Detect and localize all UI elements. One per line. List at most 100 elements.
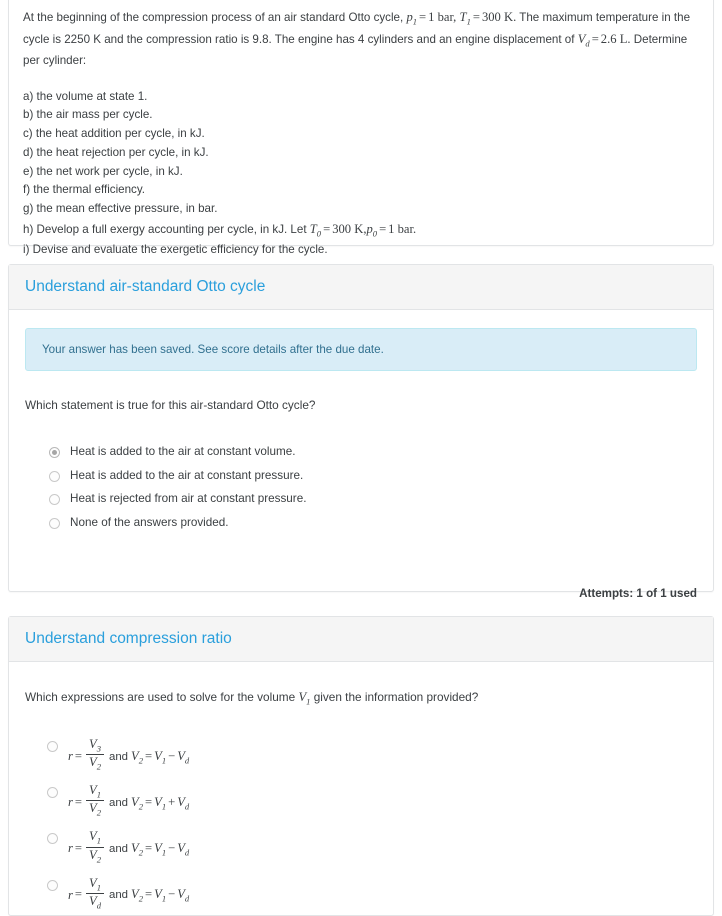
otto-options-group: Heat is added to the air at constant vol… <box>9 445 713 531</box>
radio-button-icon[interactable] <box>49 518 60 530</box>
operator: − <box>168 748 176 763</box>
list-item-h: h) Develop a full exergy accounting per … <box>23 219 699 241</box>
list-item-i: i) Devise and evaluate the exergetic eff… <box>23 243 328 257</box>
and-word: and <box>109 750 129 763</box>
ratio-question-suffix: given the information provided? <box>310 689 479 704</box>
fraction-r: V1 V2 <box>86 783 104 818</box>
ratio-section-body: Which expressions are used to solve for … <box>9 662 713 912</box>
ratio-section-header: Understand compression ratio <box>9 617 713 662</box>
option-row-heat-rejected-constant-pressure[interactable]: Heat is rejected from air at constant pr… <box>49 492 713 507</box>
answer-saved-alert: Your answer has been saved. See score de… <box>25 327 697 371</box>
operator: − <box>168 887 176 902</box>
option-row-formula-2[interactable]: r = V1 V2 and V2 = V1 + Vd <box>47 783 713 819</box>
list-item: d) the heat rejection per cycle, in kJ. <box>23 145 209 159</box>
problem-text-part1: At the beginning of the compression proc… <box>23 11 407 24</box>
option-row-heat-added-constant-volume[interactable]: Heat is added to the air at constant vol… <box>49 445 713 460</box>
answer-saved-alert-text: Your answer has been saved. See score de… <box>42 342 384 356</box>
fraction-r: V1 Vd <box>86 876 104 911</box>
symbol-v2: V2 <box>131 841 143 858</box>
option-label: Heat is rejected from air at constant pr… <box>70 492 307 506</box>
list-item: b) the air mass per cycle. <box>23 108 153 122</box>
term-1: V1 <box>154 795 167 812</box>
option-row-formula-4[interactable]: r = V1 Vd and V2 = V1− Vd <box>47 876 713 912</box>
radio-button-icon[interactable] <box>47 741 58 753</box>
term-1: V1 <box>154 748 167 766</box>
ratio-question-prompt: Which expressions are used to solve for … <box>9 689 713 709</box>
option-label: None of the answers provided. <box>70 516 229 530</box>
option-label: r = V3 V2 and V2 = V1− Vd <box>68 737 190 773</box>
option-row-heat-added-constant-pressure[interactable]: Heat is added to the air at constant pre… <box>49 469 713 484</box>
symbol-t1: T1 <box>459 10 471 27</box>
and-word: and <box>109 889 129 902</box>
problem-statement-text: At the beginning of the compression proc… <box>23 7 699 71</box>
operator: + <box>168 795 176 810</box>
otto-cycle-question-card: Understand air-standard Otto cycle Your … <box>8 264 714 600</box>
equals-sign-2: = <box>472 10 480 24</box>
symbol-t0: T0 <box>309 222 322 239</box>
quiz-page: At the beginning of the compression proc… <box>0 0 722 916</box>
value-p1: 1 bar, <box>428 10 457 24</box>
equals-sign: = <box>419 10 427 24</box>
symbol-p0: p0 <box>366 222 378 239</box>
option-label: r = V1 V2 and V2 = V1 + Vd <box>68 783 190 819</box>
symbol-v1: V1 <box>298 689 311 707</box>
symbol-v2: V2 <box>131 748 143 766</box>
fraction-r: V1 V2 <box>86 829 104 864</box>
radio-button-icon[interactable] <box>47 879 58 891</box>
ratio-question-prefix: Which expressions are used to solve for … <box>25 689 299 704</box>
term-2: Vd <box>177 841 190 858</box>
value-vd: 2.6 L. <box>600 32 631 47</box>
option-label: Heat is added to the air at constant vol… <box>70 445 296 459</box>
ratio-options-group: r = V3 V2 and V2 = V1− Vd r = V1 V2 and V2 = V1 + Vd r = V1… <box>9 737 713 912</box>
otto-question-prompt: Which statement is true for this air-sta… <box>25 397 316 412</box>
equals-sign-2: = <box>145 748 153 763</box>
compression-ratio-question-card: Understand compression ratio Which expre… <box>8 616 714 916</box>
problem-statement-body: At the beginning of the compression proc… <box>9 0 713 270</box>
problem-subquestion-list: a) the volume at state 1. b) the air mas… <box>23 88 699 261</box>
list-item: a) the volume at state 1. <box>23 89 148 103</box>
list-item: g) the mean effective pressure, in bar. <box>23 202 218 216</box>
term-1: V1 <box>154 887 167 904</box>
radio-button-icon[interactable] <box>49 494 60 506</box>
equals-sign-2: = <box>145 887 153 902</box>
otto-section-title: Understand air-standard Otto cycle <box>25 278 266 295</box>
value-p0: 1 bar. <box>388 222 417 236</box>
value-t1: 300 K. <box>481 10 517 24</box>
otto-section-header: Understand air-standard Otto cycle <box>9 265 713 310</box>
list-item: e) the net work per cycle, in kJ. <box>23 164 183 178</box>
item-h-prefix: h) Develop a full exergy accounting per … <box>23 223 310 236</box>
list-item: f) the thermal efficiency. <box>23 183 145 197</box>
term-2: Vd <box>177 795 190 812</box>
radio-button-icon[interactable] <box>47 833 58 845</box>
term-2: Vd <box>177 887 190 904</box>
equals-sign: = <box>74 748 83 763</box>
radio-button-icon[interactable] <box>49 470 60 482</box>
equals-sign-2: = <box>145 841 153 856</box>
radio-button-icon[interactable] <box>47 787 58 799</box>
and-word: and <box>109 843 129 856</box>
equals-sign-3: = <box>591 32 599 47</box>
equals-sign-4: = <box>323 222 331 236</box>
fraction-r: V3 V2 <box>86 737 104 772</box>
equals-sign: = <box>74 887 83 902</box>
and-word: and <box>109 797 129 810</box>
otto-section-body: Your answer has been saved. See score de… <box>9 310 713 600</box>
symbol-v2: V2 <box>131 887 143 904</box>
symbol-v2: V2 <box>131 795 143 812</box>
option-label: Heat is added to the air at constant pre… <box>70 468 304 482</box>
list-item: c) the heat addition per cycle, in kJ. <box>23 127 205 141</box>
option-row-formula-1[interactable]: r = V3 V2 and V2 = V1− Vd <box>47 737 713 773</box>
radio-button-icon[interactable] <box>49 447 60 459</box>
ratio-section-title: Understand compression ratio <box>25 630 232 647</box>
equals-sign: = <box>74 841 83 856</box>
equals-sign-2: = <box>145 795 153 810</box>
option-row-none-of-the-answers[interactable]: None of the answers provided. <box>49 516 713 531</box>
equals-sign: = <box>74 795 83 810</box>
option-label: r = V1 Vd and V2 = V1− Vd <box>68 876 190 912</box>
symbol-vd: Vd <box>577 32 590 49</box>
option-label: r = V1 V2 and V2 = V1− Vd <box>68 829 190 865</box>
value-t0: 300 K, <box>332 222 367 236</box>
symbol-p1: p1 <box>406 10 418 27</box>
option-row-formula-3[interactable]: r = V1 V2 and V2 = V1− Vd <box>47 829 713 865</box>
term-2: Vd <box>177 748 190 766</box>
